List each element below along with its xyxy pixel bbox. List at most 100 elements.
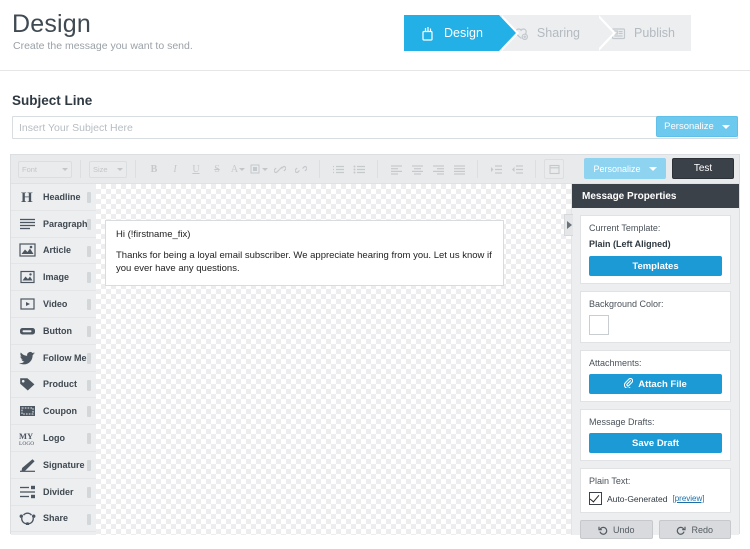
unlink-icon[interactable] bbox=[291, 159, 311, 179]
current-template-card: Current Template: Plain (Left Aligned) T… bbox=[580, 215, 731, 284]
toolbar-divider bbox=[80, 160, 81, 178]
drag-handle[interactable] bbox=[87, 459, 91, 471]
indent-decrease-icon[interactable] bbox=[507, 159, 527, 179]
block-coupon-label: Coupon bbox=[43, 406, 77, 417]
block-image[interactable]: Image bbox=[11, 264, 96, 292]
background-color-swatch[interactable] bbox=[589, 315, 609, 335]
drag-handle[interactable] bbox=[87, 218, 91, 230]
message-drafts-card: Message Drafts: Save Draft bbox=[580, 409, 731, 461]
align-left-icon[interactable] bbox=[386, 159, 406, 179]
align-center-icon[interactable] bbox=[407, 159, 427, 179]
indent-group bbox=[483, 159, 530, 179]
redo-button[interactable]: Redo bbox=[658, 520, 731, 539]
highlight-color-icon[interactable] bbox=[249, 159, 269, 179]
block-headline[interactable]: H Headline bbox=[11, 184, 96, 211]
test-button-label: Test bbox=[693, 163, 713, 174]
italic-icon[interactable]: I bbox=[165, 159, 185, 179]
drag-handle[interactable] bbox=[87, 433, 91, 445]
strikethrough-icon[interactable]: S bbox=[207, 159, 227, 179]
font-family-select[interactable]: Font bbox=[18, 160, 72, 178]
paragraph-icon bbox=[18, 215, 37, 232]
text-color-icon[interactable]: A bbox=[228, 159, 248, 179]
align-group bbox=[383, 159, 472, 179]
email-canvas[interactable]: Hi (!firstname_fix) Thanks for being a l… bbox=[96, 184, 572, 535]
toolbar-divider bbox=[535, 160, 536, 178]
drag-handle[interactable] bbox=[87, 486, 91, 498]
source-code-icon[interactable] bbox=[544, 159, 564, 179]
ordered-list-icon[interactable] bbox=[328, 159, 348, 179]
indent-increase-icon[interactable] bbox=[486, 159, 506, 179]
insert-group bbox=[541, 159, 567, 179]
save-draft-button[interactable]: Save Draft bbox=[589, 433, 722, 453]
drag-handle[interactable] bbox=[87, 352, 91, 364]
block-coupon[interactable]: Coupon bbox=[11, 398, 96, 426]
background-color-label: Background Color: bbox=[589, 299, 664, 309]
block-logo[interactable]: MY LOGO Logo bbox=[11, 425, 96, 452]
format-group: B I U S A bbox=[141, 159, 314, 179]
step-design[interactable]: Design bbox=[404, 15, 519, 51]
drag-handle[interactable] bbox=[87, 406, 91, 418]
attach-file-button[interactable]: Attach File bbox=[589, 374, 722, 394]
font-size-select[interactable]: Size bbox=[89, 160, 127, 178]
block-article[interactable]: Article bbox=[11, 237, 96, 265]
unordered-list-icon[interactable] bbox=[349, 159, 369, 179]
block-divider[interactable]: Divider bbox=[11, 478, 96, 506]
design-cup-icon bbox=[420, 25, 437, 42]
drag-handle[interactable] bbox=[87, 299, 91, 311]
video-icon bbox=[18, 296, 37, 313]
block-paragraph-label: Paragraph bbox=[43, 218, 88, 229]
step-arrow bbox=[596, 15, 614, 51]
drag-handle[interactable] bbox=[87, 272, 91, 284]
block-button-label: Button bbox=[43, 325, 72, 336]
personalize-subject-button[interactable]: Personalize bbox=[656, 116, 738, 137]
list-group bbox=[325, 159, 372, 179]
message-properties-header: Message Properties bbox=[572, 184, 739, 208]
my-logo-icon: MY LOGO bbox=[18, 430, 37, 447]
templates-button[interactable]: Templates bbox=[589, 256, 722, 276]
block-signature-label: Signature bbox=[43, 459, 85, 470]
align-right-icon[interactable] bbox=[428, 159, 448, 179]
preview-link[interactable]: [preview] bbox=[672, 494, 704, 503]
drag-handle[interactable] bbox=[87, 513, 91, 525]
align-justify-icon[interactable] bbox=[449, 159, 469, 179]
subject-line-label: Subject Line bbox=[12, 93, 93, 108]
toolbar-divider bbox=[377, 160, 378, 178]
paperclip-icon bbox=[624, 377, 634, 391]
editor-toolbar: Font Size B I U S A Personalize Test bbox=[11, 155, 739, 184]
drag-handle[interactable] bbox=[87, 192, 91, 203]
undo-button[interactable]: Undo bbox=[580, 520, 653, 539]
divider-icon bbox=[18, 483, 37, 500]
drag-handle[interactable] bbox=[87, 325, 91, 337]
email-content-block[interactable]: Hi (!firstname_fix) Thanks for being a l… bbox=[105, 220, 504, 286]
page-subtitle: Create the message you want to send. bbox=[13, 40, 193, 52]
message-properties-panel: Message Properties Current Template: Pla… bbox=[564, 184, 739, 539]
page-header: Design Create the message you want to se… bbox=[0, 0, 750, 71]
block-follow-me-label: Follow Me bbox=[43, 352, 87, 363]
drag-handle[interactable] bbox=[87, 245, 91, 257]
underline-icon[interactable]: U bbox=[186, 159, 206, 179]
block-product[interactable]: Product bbox=[11, 371, 96, 399]
current-template-value: Plain (Left Aligned) bbox=[589, 239, 671, 249]
block-signature[interactable]: Signature bbox=[11, 451, 96, 479]
content-blocks-palette: H Headline Paragraph Article Image Video… bbox=[11, 184, 96, 535]
current-template-label: Current Template: bbox=[589, 223, 661, 233]
drag-handle[interactable] bbox=[87, 379, 91, 391]
collapse-properties-button[interactable] bbox=[564, 214, 573, 236]
block-paragraph[interactable]: Paragraph bbox=[11, 210, 96, 238]
chevron-down-icon bbox=[648, 166, 657, 171]
subject-input-row: Personalize bbox=[12, 116, 738, 139]
block-button[interactable]: Button bbox=[11, 317, 96, 345]
svg-text:H: H bbox=[21, 190, 33, 204]
bold-icon[interactable]: B bbox=[144, 159, 164, 179]
block-video[interactable]: Video bbox=[11, 291, 96, 318]
block-follow-me[interactable]: Follow Me bbox=[11, 344, 96, 372]
subject-input[interactable] bbox=[12, 116, 738, 139]
link-icon[interactable] bbox=[270, 159, 290, 179]
block-video-label: Video bbox=[43, 299, 68, 310]
block-share[interactable]: Share bbox=[11, 505, 96, 533]
auto-generated-checkbox[interactable] bbox=[589, 492, 602, 505]
plain-text-label: Plain Text: bbox=[589, 476, 631, 486]
test-button[interactable]: Test bbox=[672, 158, 734, 179]
personalize-editor-button[interactable]: Personalize bbox=[584, 158, 666, 179]
message-editor: Font Size B I U S A Personalize Test H H… bbox=[10, 154, 740, 539]
